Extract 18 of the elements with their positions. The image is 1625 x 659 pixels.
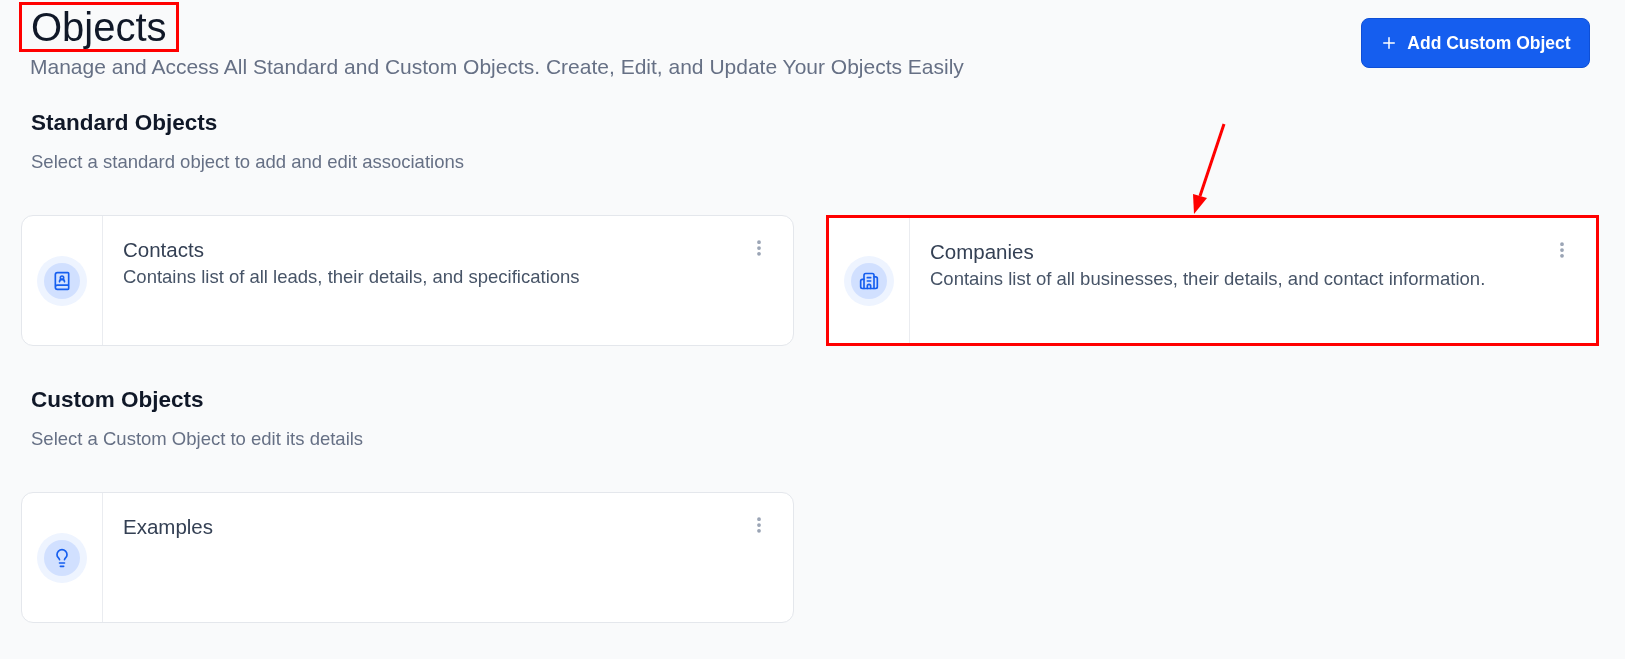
page-title: Objects — [19, 2, 179, 52]
page-subtitle: Manage and Access All Standard and Custom Objects. Create, Edit, and Update Your Objects Easily — [30, 55, 964, 79]
section-subtitle: Select a Custom Object to edit its details — [30, 427, 365, 451]
section-heading: Standard Objects — [30, 109, 219, 137]
buildings-icon — [844, 255, 894, 306]
card-title: Companies — [930, 239, 1035, 265]
card-description: Contains list of all businesses, their details, and contact information. — [930, 267, 1487, 291]
section-heading: Custom Objects — [30, 386, 205, 414]
section-subtitle: Select a standard object to add and edit associations — [30, 150, 465, 174]
object-card[interactable]: Companies Contains list of all businesses, their details, and contact information. — [826, 215, 1599, 346]
card-description: Contains list of all leads, their details, and specifications — [123, 265, 581, 289]
object-card[interactable]: Examples — [21, 492, 794, 623]
card-title: Examples — [123, 514, 214, 540]
add-custom-object-button[interactable]: Add Custom Object — [1361, 18, 1590, 68]
card-title: Contacts — [123, 237, 205, 263]
object-card[interactable]: Contacts Contains list of all leads, their details, and specifications — [21, 215, 794, 346]
lightbulb-icon — [37, 532, 87, 583]
contact-book-icon — [37, 255, 87, 306]
